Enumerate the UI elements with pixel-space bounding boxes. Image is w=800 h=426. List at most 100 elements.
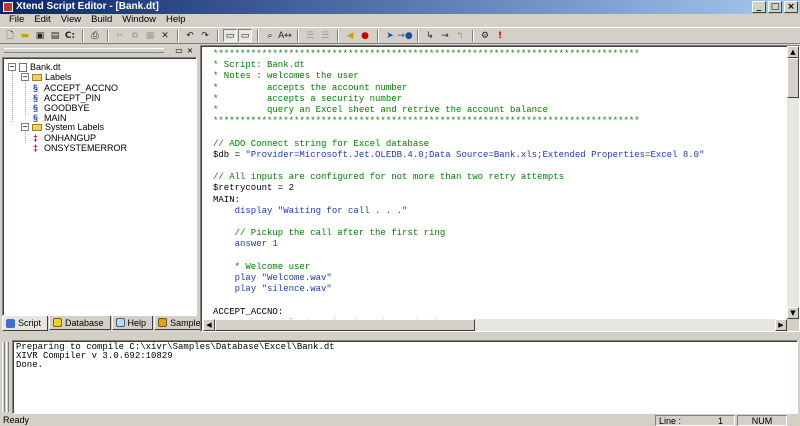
num-lock-indicator: NUM	[737, 415, 787, 426]
code-line: * Script: Bank.dt	[213, 60, 305, 71]
call-icon[interactable]: ↳	[423, 29, 437, 42]
system-label-icon: ‡	[33, 132, 39, 143]
redo-icon[interactable]: ↷	[198, 29, 212, 42]
code-line: * accepts the account number	[213, 82, 408, 93]
paste-icon[interactable]: ▦	[143, 29, 157, 42]
scroll-up-icon[interactable]: ▲	[787, 46, 799, 58]
menu-edit[interactable]: Edit	[29, 14, 55, 26]
tree-item-onsystemerror[interactable]: ‡ ONSYSTEMERROR	[33, 143, 127, 153]
code-line: // Pickup the call after the first ring	[213, 228, 446, 239]
cut-icon[interactable]: ✂	[113, 29, 127, 42]
vertical-scrollbar[interactable]: ▲ ▼	[787, 46, 799, 319]
output-grip[interactable]	[2, 342, 10, 412]
panel-grip[interactable]	[4, 48, 164, 53]
indent-icon[interactable]: ☰	[303, 29, 317, 42]
code-editor[interactable]: ****************************************…	[200, 45, 800, 332]
horizontal-scroll-thumb[interactable]	[215, 319, 475, 331]
script-tree: − Bank.dt − Labels § ACCEPT_ACCNO § ACCE…	[2, 57, 197, 316]
tree-item-onhangup[interactable]: ‡ ONHANGUP	[33, 133, 96, 143]
exclamation-icon[interactable]: !	[493, 29, 507, 42]
tree-item-accept-accno[interactable]: § ACCEPT_ACCNO	[33, 83, 118, 93]
compile-icon[interactable]: C:	[63, 29, 77, 42]
print-icon[interactable]: ⎙	[88, 29, 102, 42]
workspace-panel: ▭ × − Bank.dt − Labels § ACCEPT_ACCNO § …	[2, 45, 213, 332]
code-line: $retrycount = 2	[213, 183, 295, 194]
menu-file[interactable]: File	[4, 14, 29, 26]
code-line: $db = "Provider=Microsoft.Jet.OLEDB.4.0;…	[213, 149, 705, 160]
document-icon	[19, 62, 27, 72]
new-file-icon[interactable]: 🗋	[3, 29, 17, 42]
toggle-output-icon[interactable]: ▭	[238, 29, 252, 42]
vertical-scroll-thumb[interactable]	[787, 58, 799, 98]
panel-restore-icon[interactable]: ▭	[174, 46, 184, 56]
menu-view[interactable]: View	[56, 14, 86, 26]
settings-icon[interactable]: ⚙	[478, 29, 492, 42]
code-line: ACCEPT_ACCNO:	[213, 306, 284, 317]
copy-icon[interactable]: ⧉	[128, 29, 142, 42]
tree-group-labels[interactable]: − Labels	[21, 72, 72, 82]
system-label-icon: ‡	[33, 142, 39, 153]
menu-bar: File Edit View Build Window Help	[0, 14, 800, 26]
panel-close-icon[interactable]: ×	[185, 46, 195, 56]
collapse-icon[interactable]: −	[21, 123, 29, 131]
title-bar: Xtend Script Editor - [Bank.dt] _ □ ×	[0, 0, 800, 14]
code-line: play "Welcome.wav"	[213, 273, 332, 283]
delete-icon[interactable]: ✕	[158, 29, 172, 42]
database-icon	[53, 318, 63, 327]
tab-database[interactable]: Database	[49, 316, 111, 330]
scroll-left-icon[interactable]: ◀	[203, 319, 215, 331]
save-icon[interactable]: ▣	[33, 29, 47, 42]
open-folder-icon[interactable]: ▬	[18, 29, 32, 42]
samples-folder-icon	[158, 318, 168, 327]
minimize-button[interactable]: _	[752, 1, 766, 13]
toolbar: 🗋 ▬ ▣ ▤ C: ⎙ ✂ ⧉ ▦ ✕ ↶ ↷ ▭ ▭ ⌕ A↔ ☰ ☰ ◀ …	[0, 27, 800, 44]
tree-group-system-labels[interactable]: − System Labels	[21, 122, 104, 132]
code-line: ****************************************…	[213, 49, 640, 59]
folder-icon	[32, 73, 42, 81]
scroll-down-icon[interactable]: ▼	[787, 307, 799, 319]
code-line: answer 1	[213, 239, 278, 250]
tree-item-goodbye[interactable]: § GOODBYE	[33, 103, 90, 113]
hangup-icon[interactable]: ↰	[453, 29, 467, 42]
code-line: * Notes : welcomes the user	[213, 71, 359, 82]
code-line: * query an Excel sheet and retrive the a…	[213, 105, 548, 115]
menu-build[interactable]: Build	[86, 14, 117, 26]
output-splitter[interactable]	[0, 332, 800, 340]
step-icon[interactable]: →●	[397, 29, 412, 42]
tree-item-accept-pin[interactable]: § ACCEPT_PIN	[33, 93, 101, 103]
collapse-icon[interactable]: −	[21, 73, 29, 81]
output-panel[interactable]: Preparing to compile C:\xivr\Samples\Dat…	[12, 340, 798, 414]
app-icon[interactable]	[3, 2, 13, 12]
run-icon[interactable]: ➤	[383, 29, 397, 42]
code-line: MAIN:	[213, 194, 241, 205]
menu-window[interactable]: Window	[117, 14, 161, 26]
tree-root[interactable]: − Bank.dt	[8, 62, 61, 72]
script-icon	[6, 318, 15, 328]
help-book-icon	[115, 318, 125, 327]
code-line: * Welcome user	[213, 261, 311, 272]
output-line: Done.	[16, 360, 44, 370]
label-icon: §	[33, 82, 39, 93]
speaker-icon[interactable]: ◀	[343, 29, 357, 42]
label-icon: §	[33, 92, 39, 103]
transfer-icon[interactable]: →	[438, 29, 452, 42]
undo-icon[interactable]: ↶	[183, 29, 197, 42]
folder-icon	[32, 123, 42, 131]
toggle-workspace-icon[interactable]: ▭	[223, 29, 237, 42]
code-line: // All inputs are configured for not mor…	[213, 172, 565, 183]
collapse-icon[interactable]: −	[8, 63, 16, 71]
status-message: Ready	[3, 415, 30, 425]
tab-help[interactable]: Help	[111, 316, 154, 330]
find-icon[interactable]: ⌕	[263, 29, 277, 42]
menu-help[interactable]: Help	[161, 14, 191, 26]
outdent-icon[interactable]: ☰	[318, 29, 332, 42]
scroll-corner	[787, 319, 799, 331]
close-button[interactable]: ×	[784, 1, 798, 13]
maximize-button[interactable]: □	[768, 1, 782, 13]
tab-script[interactable]: Script	[2, 316, 49, 331]
save-all-icon[interactable]: ▤	[48, 29, 62, 42]
scroll-right-icon[interactable]: ▶	[775, 319, 787, 331]
find-replace-icon[interactable]: A↔	[278, 29, 292, 42]
horizontal-scrollbar[interactable]: ◀ ▶	[203, 319, 787, 331]
record-icon[interactable]: ●	[358, 29, 372, 42]
